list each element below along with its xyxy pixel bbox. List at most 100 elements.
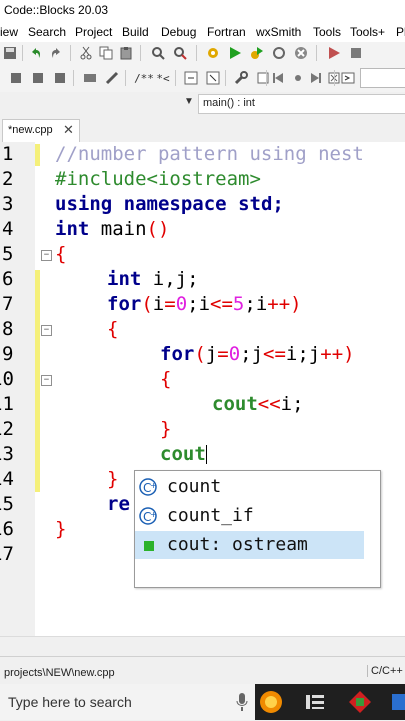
identifier: ;i (187, 293, 211, 315)
scope-dropdown-chevron-down-icon[interactable]: ▼ (184, 96, 194, 107)
code-line-3: using namespace std; (55, 192, 284, 217)
menu-tools-plus[interactable]: Tools+ (350, 25, 385, 39)
comment-icon[interactable]: /** (133, 70, 155, 86)
code-line-9: for(j=0;j<=i;j++) (160, 342, 355, 367)
fold-toggle-icon[interactable]: − (41, 375, 52, 386)
window-title: Code::Blocks 20.03 (4, 3, 109, 17)
doxygen-icon[interactable] (205, 70, 221, 86)
save-all-icon[interactable] (2, 45, 18, 61)
operator: <= (210, 293, 233, 315)
toolbar-search-input[interactable] (360, 68, 405, 88)
toolbar-separator (266, 70, 267, 86)
code-line-10: { (160, 367, 171, 392)
svg-text:+: + (150, 510, 157, 519)
taskbar-app-icon[interactable] (257, 688, 285, 716)
fold-toggle-icon[interactable]: − (41, 250, 52, 261)
operator: ++) (267, 293, 302, 315)
menu-search[interactable]: Search (28, 25, 66, 39)
step-forward-icon[interactable] (308, 70, 324, 86)
settings-gear-icon[interactable] (205, 45, 221, 61)
menu-view[interactable]: iew (0, 25, 18, 39)
variable-green-icon (144, 541, 154, 551)
code-completion-icon[interactable] (183, 70, 199, 86)
debug-run-icon[interactable] (348, 45, 364, 61)
redo-icon[interactable] (48, 45, 64, 61)
highlight-icon[interactable] (104, 70, 120, 86)
run-icon[interactable] (227, 45, 243, 61)
code-line-4: int main() (55, 217, 169, 242)
brace: } (160, 418, 172, 440)
class-c-icon: C + (139, 507, 157, 525)
abort-icon[interactable] (293, 45, 309, 61)
copy-icon[interactable] (98, 45, 114, 61)
edit-toolbar: /** *< (0, 64, 405, 93)
taskbar-codeblocks[interactable] (346, 688, 374, 716)
step-back-icon[interactable] (270, 70, 286, 86)
code-line-6: int i,j; (107, 267, 199, 292)
autocomplete-popup[interactable]: C + count C + count_if cout: ostream (134, 470, 381, 588)
menu-debug[interactable]: Debug (161, 25, 196, 39)
line-number: 1 (2, 143, 14, 165)
keyword: for (107, 293, 142, 315)
uncomment-icon[interactable]: *< (155, 70, 171, 86)
codeblocks-app-icon (349, 691, 371, 713)
brace: { (107, 318, 119, 340)
code-line-8: { (107, 317, 118, 342)
tab-close-icon[interactable]: ✕ (63, 122, 74, 138)
keyword: re (107, 493, 130, 515)
autocomplete-item-selected[interactable]: cout: ostream (135, 531, 364, 559)
tools-icon[interactable] (255, 70, 271, 86)
paste-icon[interactable] (118, 45, 134, 61)
code-line-14: } (107, 467, 118, 492)
line-number: 9 (2, 343, 14, 365)
identifier: ;j (240, 343, 264, 365)
menu-build[interactable]: Build (122, 25, 149, 39)
punctuation: ( (194, 343, 206, 365)
taskbar-search-placeholder: Type here to search (8, 694, 132, 710)
build-and-run-icon[interactable] (249, 45, 265, 61)
fold-toggle-icon[interactable]: − (41, 325, 52, 336)
function-dropdown[interactable]: main() : int (198, 94, 405, 114)
autocomplete-item[interactable]: C + count (135, 473, 364, 501)
status-file-path: projects\NEW\new.cpp (4, 667, 115, 679)
toolbar-separator (70, 45, 71, 61)
brace: } (55, 518, 67, 540)
taskbar-app-icon[interactable] (388, 688, 405, 716)
line-number: 3 (2, 193, 14, 215)
identifier: main (100, 218, 147, 240)
taskbar-search-box[interactable]: Type here to search (0, 684, 230, 720)
autocomplete-item-label: count (167, 476, 222, 497)
cut-icon[interactable] (78, 45, 94, 61)
app-logo-icon (260, 691, 282, 713)
keyword: using (55, 193, 113, 215)
autocomplete-item[interactable]: C + count_if (135, 502, 364, 530)
bookmark-next-icon[interactable] (30, 70, 46, 86)
find-icon[interactable] (150, 45, 166, 61)
class-c-icon: C + (139, 478, 157, 496)
menu-fortran[interactable]: Fortran (207, 25, 246, 39)
toolbar-separator (334, 70, 335, 86)
menu-tools[interactable]: Tools (313, 25, 341, 39)
debug-icon[interactable] (326, 45, 342, 61)
jump-icon[interactable] (82, 70, 98, 86)
replace-icon[interactable] (172, 45, 188, 61)
search-toggle-icon[interactable] (340, 70, 356, 86)
bookmark-prev-icon[interactable] (8, 70, 24, 86)
menu-wxsmith[interactable]: wxSmith (256, 25, 301, 39)
code-line-13: cout (160, 442, 207, 467)
dot-icon[interactable] (290, 70, 306, 86)
horizontal-scrollbar[interactable] (0, 636, 405, 657)
line-number: 7 (2, 293, 14, 315)
tab-new-cpp[interactable]: *new.cpp ✕ (2, 119, 80, 142)
menu-plugins[interactable]: Pl (396, 25, 405, 39)
taskbar-mic-button[interactable] (230, 684, 255, 720)
menu-project[interactable]: Project (75, 25, 112, 39)
wrench-icon[interactable] (233, 70, 249, 86)
status-bar: projects\NEW\new.cpp C/C++ (0, 656, 405, 685)
rebuild-icon[interactable] (271, 45, 287, 61)
bookmark-toggle-icon[interactable] (52, 70, 68, 86)
comment: //number pattern using nest (55, 143, 364, 165)
taskbar-task-view[interactable] (303, 690, 327, 714)
undo-icon[interactable] (28, 45, 44, 61)
toolbar-separator (175, 70, 176, 86)
